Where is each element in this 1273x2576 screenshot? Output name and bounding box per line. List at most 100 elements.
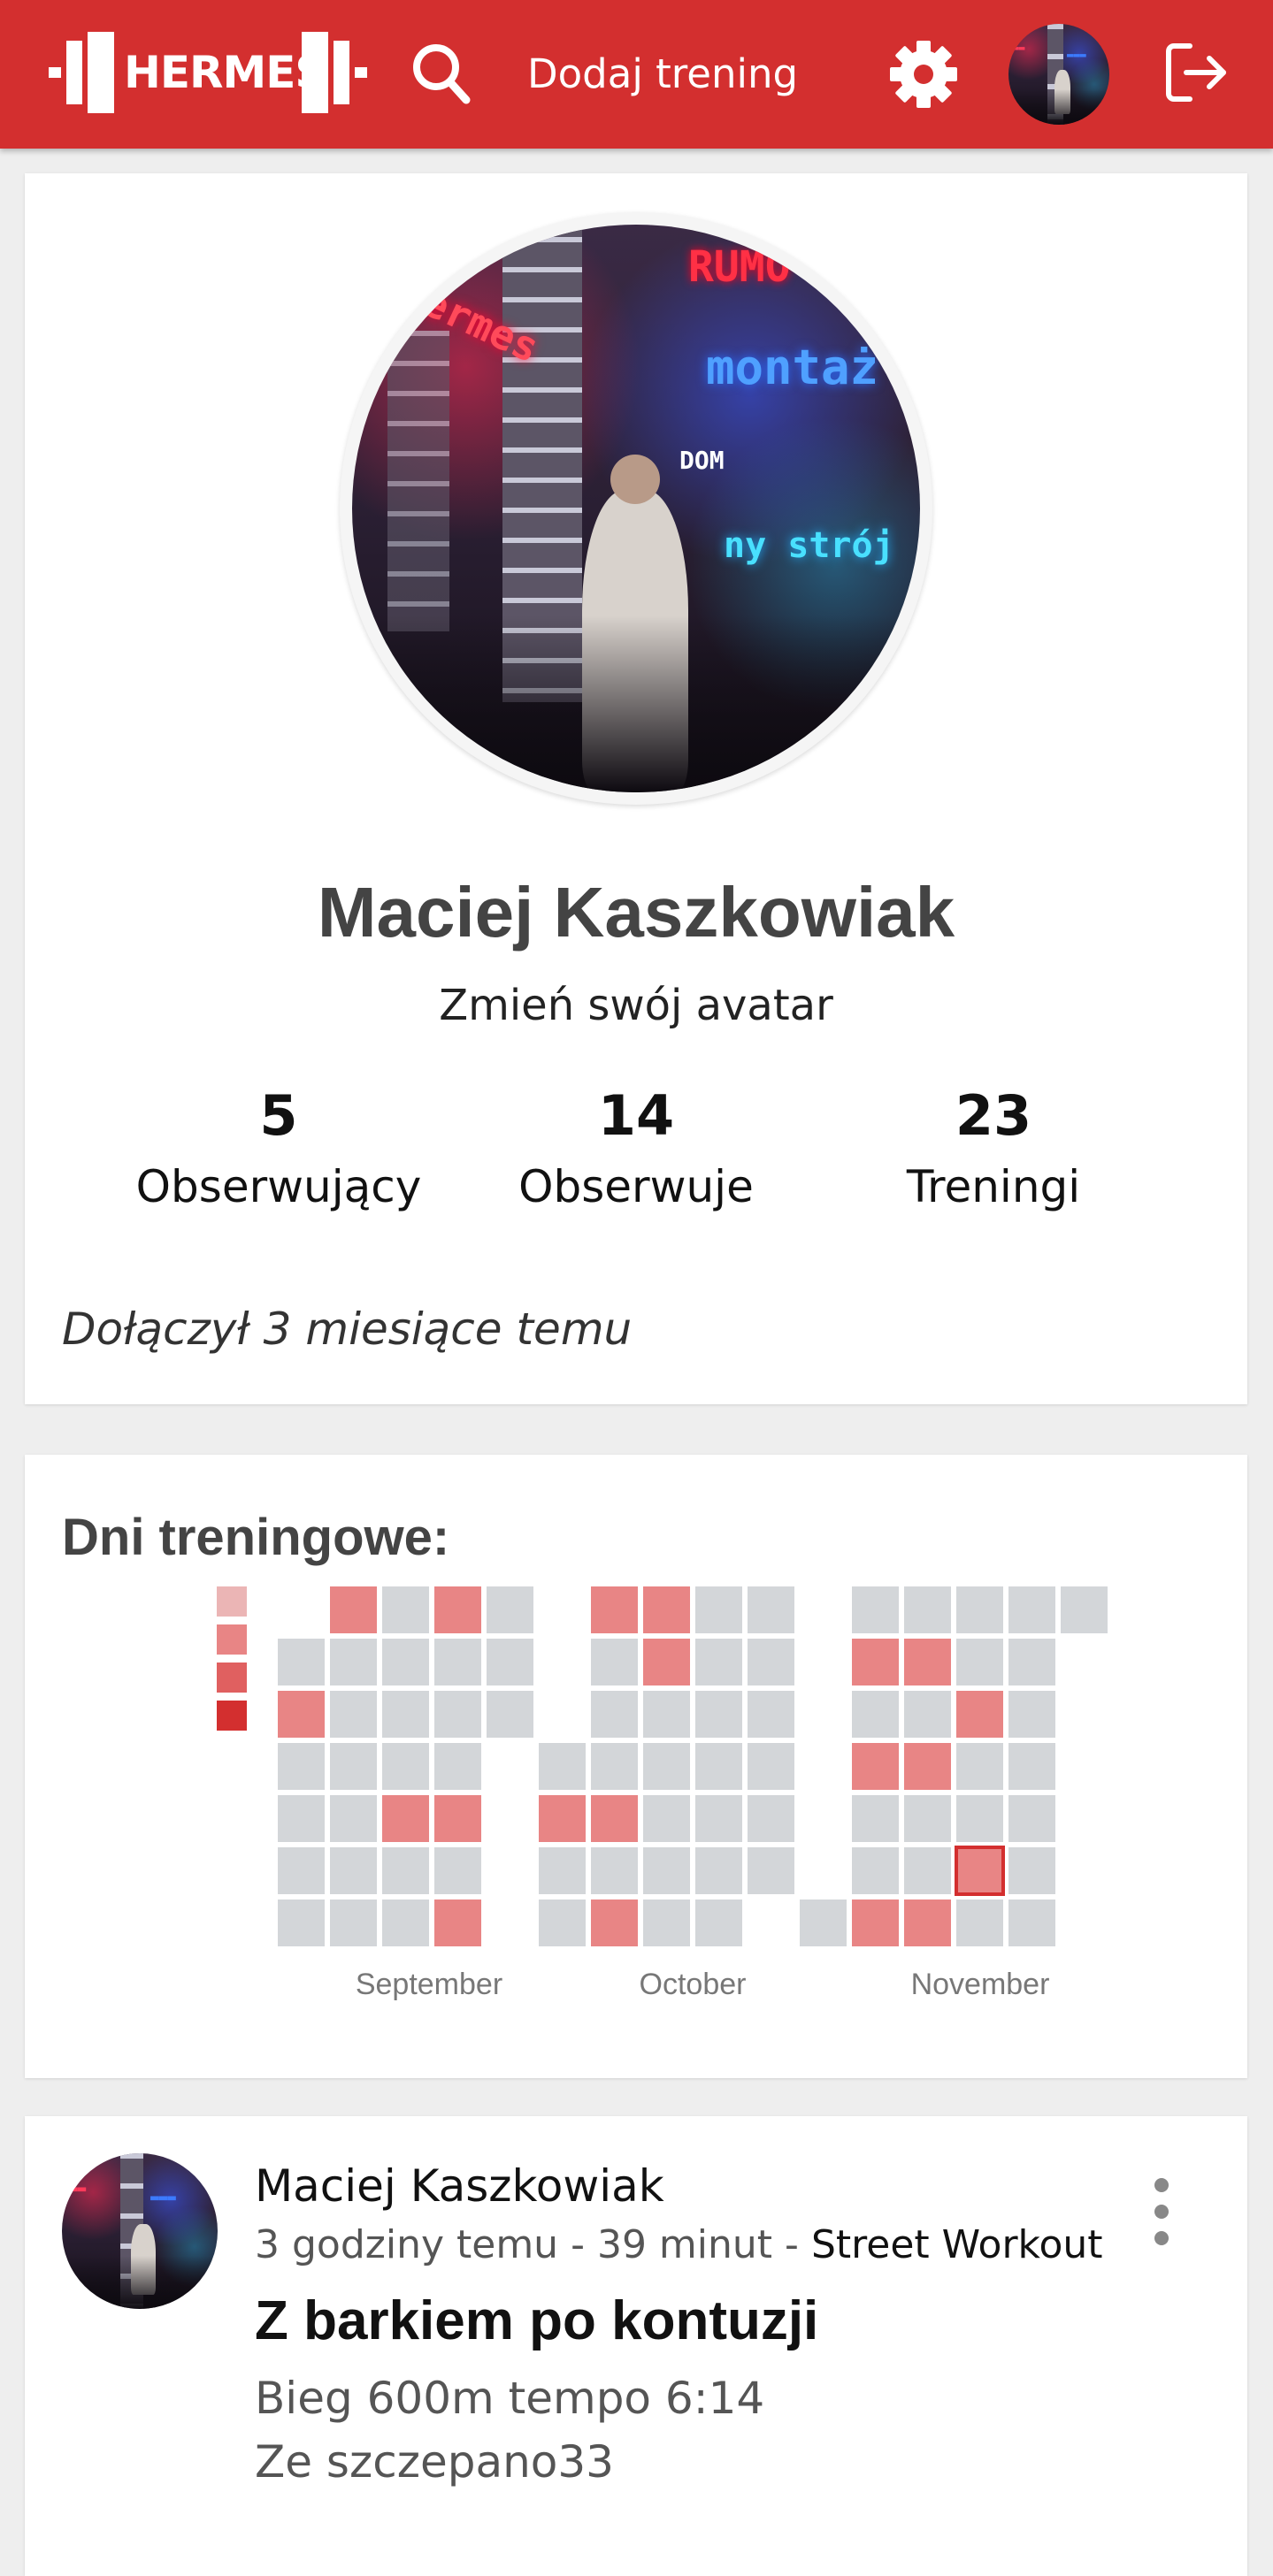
day-cell[interactable] bbox=[330, 1639, 377, 1685]
day-cell[interactable] bbox=[434, 1691, 481, 1738]
gear-icon[interactable] bbox=[888, 39, 959, 110]
day-cell[interactable] bbox=[330, 1847, 377, 1894]
followers-stat[interactable]: 5 Obserwujący bbox=[75, 1081, 482, 1222]
day-cell[interactable] bbox=[591, 1639, 638, 1685]
day-cell[interactable] bbox=[278, 1900, 325, 1946]
day-cell[interactable] bbox=[956, 1795, 1003, 1842]
day-cell[interactable] bbox=[591, 1847, 638, 1894]
day-cell[interactable] bbox=[852, 1586, 899, 1633]
day-cell[interactable] bbox=[382, 1586, 429, 1633]
day-cell[interactable] bbox=[382, 1900, 429, 1946]
post-title[interactable]: Z barkiem po kontuzji bbox=[255, 2289, 818, 2352]
day-cell[interactable] bbox=[643, 1795, 690, 1842]
day-cell[interactable] bbox=[434, 1847, 481, 1894]
day-cell[interactable] bbox=[1061, 1586, 1108, 1633]
day-cell[interactable] bbox=[956, 1586, 1003, 1633]
day-cell[interactable] bbox=[278, 1639, 325, 1685]
more-options-icon[interactable] bbox=[1148, 2173, 1175, 2252]
training-day-cell[interactable] bbox=[382, 1795, 429, 1842]
day-cell[interactable] bbox=[1008, 1795, 1055, 1842]
day-cell[interactable] bbox=[330, 1900, 377, 1946]
day-cell[interactable] bbox=[695, 1639, 742, 1685]
training-post[interactable]: ▬▬▬ ▬▬ Maciej Kaszkowiak 3 godziny temu … bbox=[25, 2116, 1247, 2576]
day-cell[interactable] bbox=[382, 1847, 429, 1894]
day-cell[interactable] bbox=[539, 1847, 586, 1894]
search-icon[interactable] bbox=[410, 41, 472, 106]
day-cell[interactable] bbox=[852, 1847, 899, 1894]
day-cell[interactable] bbox=[591, 1691, 638, 1738]
day-cell[interactable] bbox=[748, 1795, 794, 1842]
training-day-cell[interactable] bbox=[591, 1900, 638, 1946]
day-cell[interactable] bbox=[904, 1586, 951, 1633]
day-cell[interactable] bbox=[643, 1847, 690, 1894]
add-training-link[interactable]: Dodaj trening bbox=[527, 46, 798, 103]
training-day-cell[interactable] bbox=[278, 1691, 325, 1738]
trainings-stat[interactable]: 23 Treningi bbox=[790, 1081, 1197, 1222]
day-cell[interactable] bbox=[748, 1691, 794, 1738]
day-cell[interactable] bbox=[643, 1743, 690, 1790]
day-cell[interactable] bbox=[278, 1847, 325, 1894]
today-cell[interactable] bbox=[955, 1846, 1005, 1896]
training-day-cell[interactable] bbox=[539, 1795, 586, 1842]
day-cell[interactable] bbox=[904, 1691, 951, 1738]
day-cell[interactable] bbox=[956, 1639, 1003, 1685]
day-cell[interactable] bbox=[487, 1639, 533, 1685]
day-cell[interactable] bbox=[904, 1795, 951, 1842]
post-author-avatar[interactable]: ▬▬▬ ▬▬ bbox=[62, 2153, 218, 2309]
day-cell[interactable] bbox=[539, 1900, 586, 1946]
hermes-logo[interactable]: HERMES bbox=[49, 32, 376, 113]
day-cell[interactable] bbox=[1008, 1847, 1055, 1894]
day-cell[interactable] bbox=[695, 1795, 742, 1842]
following-stat[interactable]: 14 Obserwuje bbox=[433, 1081, 840, 1222]
avatar[interactable]: ▬▬▬ ▬▬ bbox=[1008, 24, 1109, 125]
day-cell[interactable] bbox=[643, 1691, 690, 1738]
day-cell[interactable] bbox=[643, 1900, 690, 1946]
training-day-cell[interactable] bbox=[643, 1586, 690, 1633]
day-cell[interactable] bbox=[748, 1586, 794, 1633]
day-cell[interactable] bbox=[278, 1795, 325, 1842]
day-cell[interactable] bbox=[1008, 1691, 1055, 1738]
day-cell[interactable] bbox=[695, 1847, 742, 1894]
day-cell[interactable] bbox=[330, 1743, 377, 1790]
day-cell[interactable] bbox=[278, 1743, 325, 1790]
day-cell[interactable] bbox=[800, 1900, 847, 1946]
training-day-cell[interactable] bbox=[591, 1586, 638, 1633]
change-avatar-link[interactable]: Zmień swój avatar bbox=[25, 981, 1247, 1030]
training-day-cell[interactable] bbox=[904, 1900, 951, 1946]
day-cell[interactable] bbox=[539, 1743, 586, 1790]
training-day-cell[interactable] bbox=[330, 1586, 377, 1633]
training-day-cell[interactable] bbox=[904, 1639, 951, 1685]
training-day-cell[interactable] bbox=[852, 1639, 899, 1685]
logout-icon[interactable] bbox=[1162, 37, 1232, 108]
day-cell[interactable] bbox=[330, 1691, 377, 1738]
day-cell[interactable] bbox=[382, 1743, 429, 1790]
day-cell[interactable] bbox=[852, 1691, 899, 1738]
training-day-cell[interactable] bbox=[434, 1900, 481, 1946]
training-day-cell[interactable] bbox=[904, 1743, 951, 1790]
day-cell[interactable] bbox=[434, 1639, 481, 1685]
training-day-cell[interactable] bbox=[956, 1691, 1003, 1738]
day-cell[interactable] bbox=[956, 1743, 1003, 1790]
training-day-cell[interactable] bbox=[852, 1743, 899, 1790]
day-cell[interactable] bbox=[487, 1586, 533, 1633]
day-cell[interactable] bbox=[330, 1795, 377, 1842]
day-cell[interactable] bbox=[904, 1847, 951, 1894]
day-cell[interactable] bbox=[382, 1691, 429, 1738]
post-author-name[interactable]: Maciej Kaszkowiak bbox=[255, 2160, 664, 2212]
day-cell[interactable] bbox=[748, 1743, 794, 1790]
day-cell[interactable] bbox=[591, 1743, 638, 1790]
day-cell[interactable] bbox=[748, 1847, 794, 1894]
training-day-cell[interactable] bbox=[852, 1900, 899, 1946]
day-cell[interactable] bbox=[487, 1691, 533, 1738]
training-day-cell[interactable] bbox=[434, 1586, 481, 1633]
day-cell[interactable] bbox=[1008, 1586, 1055, 1633]
day-cell[interactable] bbox=[695, 1900, 742, 1946]
day-cell[interactable] bbox=[748, 1639, 794, 1685]
day-cell[interactable] bbox=[852, 1795, 899, 1842]
day-cell[interactable] bbox=[695, 1691, 742, 1738]
day-cell[interactable] bbox=[695, 1743, 742, 1790]
day-cell[interactable] bbox=[434, 1743, 481, 1790]
day-cell[interactable] bbox=[956, 1900, 1003, 1946]
day-cell[interactable] bbox=[1008, 1743, 1055, 1790]
day-cell[interactable] bbox=[1008, 1900, 1055, 1946]
